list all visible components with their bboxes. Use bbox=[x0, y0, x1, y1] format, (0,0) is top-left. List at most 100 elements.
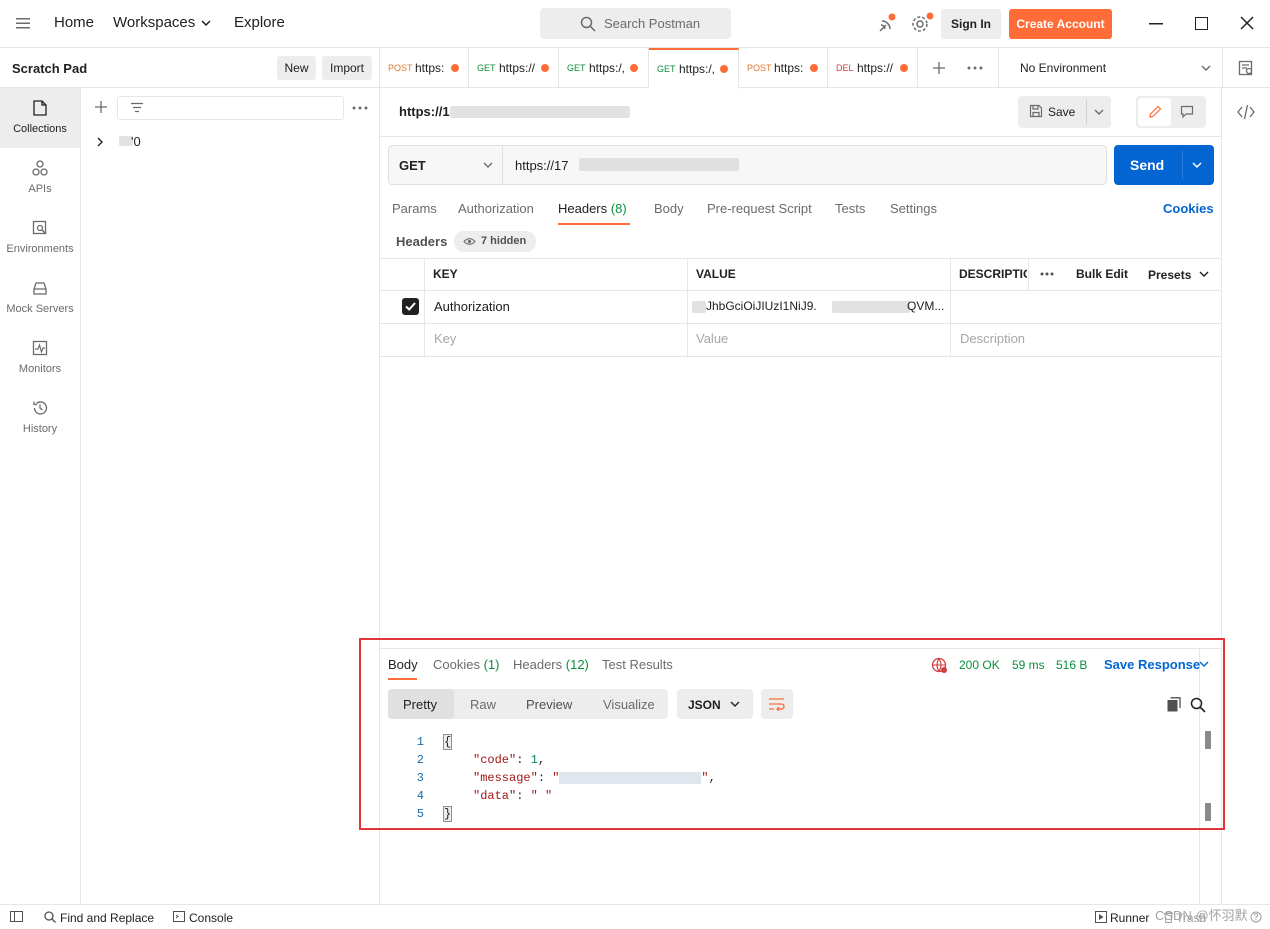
code-icon[interactable] bbox=[1237, 104, 1255, 120]
tab-authorization[interactable]: Authorization bbox=[458, 201, 534, 216]
redacted-text bbox=[832, 301, 910, 313]
request-title[interactable]: https://1 bbox=[399, 104, 450, 119]
edit-mode-button[interactable] bbox=[1138, 98, 1171, 126]
new-description-input[interactable]: Description bbox=[960, 331, 1025, 346]
header-enabled-checkbox[interactable] bbox=[402, 298, 419, 315]
tab-request-3[interactable]: GET https:/, bbox=[559, 48, 649, 88]
tab-body[interactable]: Body bbox=[654, 201, 684, 216]
nav-workspaces[interactable]: Workspaces bbox=[113, 14, 195, 31]
minimize-icon[interactable] bbox=[1149, 23, 1163, 25]
redacted-text bbox=[692, 301, 706, 313]
send-button[interactable]: Send bbox=[1114, 145, 1214, 185]
sidebar-item-apis[interactable]: APIs bbox=[0, 148, 80, 208]
plus-icon[interactable] bbox=[94, 100, 108, 114]
top-bar: Home Workspaces Explore Search Postman S… bbox=[0, 0, 1270, 48]
new-button[interactable]: New bbox=[277, 56, 316, 80]
sidebar-item-environments[interactable]: Environments bbox=[0, 208, 80, 268]
environment-quick-look-icon[interactable] bbox=[1238, 60, 1254, 76]
help-icon[interactable] bbox=[1250, 911, 1262, 923]
method-label: GET bbox=[477, 63, 496, 73]
cookies-link[interactable]: Cookies bbox=[1163, 201, 1214, 216]
eye-icon bbox=[463, 237, 476, 246]
header-key[interactable]: Authorization bbox=[434, 299, 510, 314]
new-key-input[interactable]: Key bbox=[434, 331, 456, 346]
tab-settings[interactable]: Settings bbox=[890, 201, 937, 216]
more-options-icon[interactable] bbox=[1040, 272, 1054, 276]
new-tab-icon[interactable] bbox=[932, 61, 946, 75]
nav-explore[interactable]: Explore bbox=[234, 14, 285, 31]
save-button-group: Save bbox=[1018, 96, 1111, 128]
tab-url: https:// bbox=[857, 61, 894, 75]
sidebar-item-label: Mock Servers bbox=[6, 303, 74, 315]
presets-dropdown[interactable]: Presets bbox=[1148, 267, 1191, 282]
find-icon bbox=[44, 911, 56, 923]
find-and-replace-button[interactable]: Find and Replace bbox=[60, 911, 154, 925]
tab-params[interactable]: Params bbox=[392, 201, 437, 216]
console-button[interactable]: Console bbox=[189, 911, 233, 925]
runner-icon bbox=[1095, 911, 1107, 923]
redacted-text bbox=[579, 158, 739, 171]
collection-name[interactable]: '0 bbox=[131, 134, 141, 149]
tab-headers[interactable]: Headers (8) bbox=[558, 201, 627, 216]
sidebar-item-collections[interactable]: Collections bbox=[0, 88, 80, 148]
tab-request-5[interactable]: POST https: bbox=[739, 48, 828, 88]
more-tabs-icon[interactable] bbox=[967, 66, 983, 70]
close-icon[interactable] bbox=[1240, 16, 1254, 30]
unsaved-dot bbox=[900, 64, 908, 72]
chevron-down-icon[interactable] bbox=[1199, 271, 1209, 278]
status-bar: Find and Replace Console Runner Trash CS… bbox=[0, 904, 1270, 929]
header-value-tail: QVM... bbox=[907, 299, 945, 313]
import-button[interactable]: Import bbox=[322, 56, 372, 80]
table-border bbox=[380, 258, 1221, 259]
search-input[interactable]: Search Postman bbox=[540, 8, 731, 39]
new-value-input[interactable]: Value bbox=[696, 331, 728, 346]
sidebar-item-label: Monitors bbox=[18, 363, 62, 375]
tab-request-active[interactable]: GET https:/, bbox=[649, 48, 739, 89]
filter-input[interactable] bbox=[117, 96, 344, 120]
maximize-icon[interactable] bbox=[1195, 17, 1208, 30]
hidden-headers-toggle[interactable]: 7 hidden bbox=[454, 231, 536, 252]
chevron-right-icon[interactable] bbox=[97, 137, 104, 147]
runner-button[interactable]: Runner bbox=[1110, 911, 1149, 925]
header-value[interactable]: JhbGciOiJIUzI1NiJ9. bbox=[706, 299, 817, 313]
method-label: GET bbox=[657, 64, 676, 74]
save-button[interactable]: Save bbox=[1018, 96, 1086, 128]
tab-request-6[interactable]: DEL https:// bbox=[828, 48, 918, 88]
tab-tests[interactable]: Tests bbox=[835, 201, 865, 216]
sign-in-button[interactable]: Sign In bbox=[941, 9, 1001, 39]
create-account-button[interactable]: Create Account bbox=[1009, 9, 1112, 39]
filter-icon bbox=[130, 102, 144, 114]
comment-icon[interactable] bbox=[1180, 105, 1194, 118]
tab-pre-request-script[interactable]: Pre-request Script bbox=[707, 201, 812, 216]
column-header-description: DESCRIPTIO bbox=[959, 267, 1027, 281]
collections-icon bbox=[32, 100, 48, 116]
redacted-text bbox=[450, 106, 630, 118]
tab-url: https: bbox=[774, 61, 804, 75]
toggle-sidebar-icon[interactable] bbox=[10, 911, 23, 922]
sidebar-item-mock-servers[interactable]: Mock Servers bbox=[0, 268, 80, 328]
sidebar-item-history[interactable]: History bbox=[0, 388, 80, 448]
satellite-icon[interactable] bbox=[876, 13, 898, 35]
method-select[interactable]: GET bbox=[389, 146, 503, 184]
save-icon bbox=[1029, 104, 1043, 118]
more-options-icon[interactable] bbox=[352, 106, 368, 110]
settings-icon[interactable] bbox=[910, 12, 934, 36]
tab-request-1[interactable]: POST https: bbox=[380, 48, 469, 88]
method-label: POST bbox=[388, 63, 413, 73]
chevron-down-icon bbox=[483, 162, 493, 169]
headers-label: Headers bbox=[396, 234, 448, 249]
sidebar-item-monitors[interactable]: Monitors bbox=[0, 328, 80, 388]
scratch-pad-header: Scratch Pad New Import bbox=[0, 48, 379, 88]
sidebar-item-label: Environments bbox=[6, 243, 74, 255]
chevron-down-icon[interactable] bbox=[201, 20, 211, 27]
url-input[interactable]: https://17 bbox=[515, 158, 568, 173]
nav-home[interactable]: Home bbox=[54, 14, 94, 31]
url-bar: GET https://17 bbox=[388, 145, 1107, 185]
menu-icon[interactable] bbox=[16, 17, 30, 29]
tab-request-2[interactable]: GET https:// bbox=[469, 48, 559, 88]
environment-select[interactable]: No Environment bbox=[999, 48, 1222, 88]
chevron-down-icon[interactable] bbox=[1094, 109, 1104, 116]
chevron-down-icon[interactable] bbox=[1192, 162, 1202, 169]
bulk-edit-button[interactable]: Bulk Edit bbox=[1076, 267, 1128, 300]
method-label: GET bbox=[567, 63, 586, 73]
